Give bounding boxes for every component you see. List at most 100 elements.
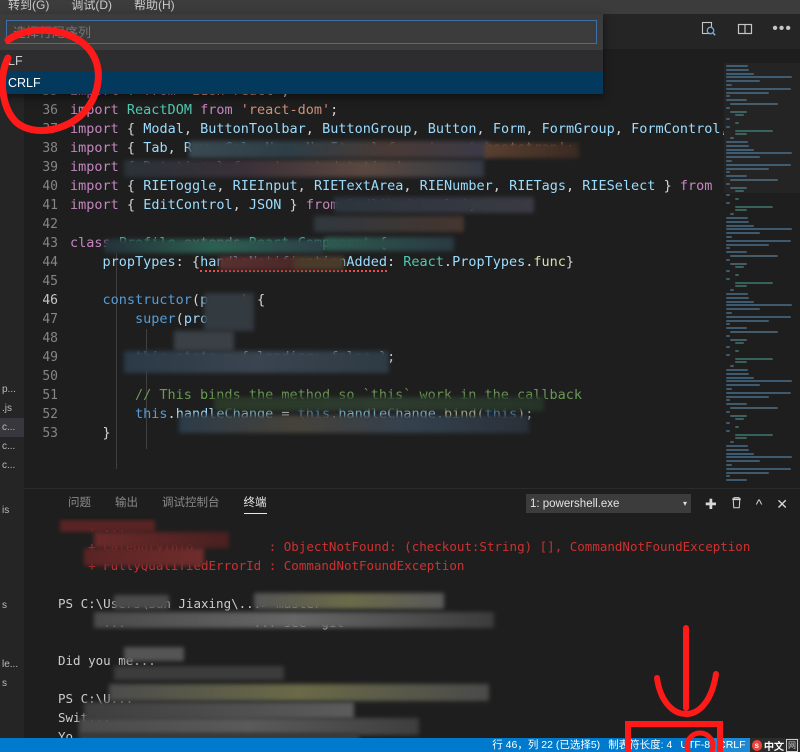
new-terminal-button[interactable]: ✚	[705, 497, 717, 511]
menu-item-help[interactable]: 帮助(H)	[134, 0, 175, 11]
terminal-instance-select[interactable]: 1: powershell.exe ▾	[526, 494, 691, 513]
line-number: 43	[24, 234, 70, 253]
explorer-item-7[interactable]: le...	[0, 655, 24, 674]
line-number: 47	[24, 310, 70, 329]
explorer-item-2[interactable]: c...	[0, 418, 24, 437]
code-line: 36import ReactDOM from 'react-dom';	[24, 101, 724, 120]
redaction-block	[124, 160, 484, 177]
panel-tab-terminal[interactable]: 终端	[232, 489, 279, 518]
redaction-block	[124, 647, 184, 661]
status-cursor-position[interactable]: 行 46，列 22 (已选择5)	[488, 738, 604, 752]
panel-tab-debug-console[interactable]: 调试控制台	[150, 489, 232, 518]
redaction-block	[334, 197, 534, 213]
line-number: 36	[24, 101, 70, 120]
quick-pick-item-crlf[interactable]: CRLF	[0, 72, 603, 94]
redaction-block	[214, 397, 544, 411]
explorer-item-8[interactable]: s	[0, 674, 24, 693]
editor-actions: •••	[700, 20, 792, 38]
panel-header: 问题 输出 调试控制台 终端 1: powershell.exe ▾ ✚ ^ ✕	[24, 489, 800, 518]
code-line: 48	[24, 329, 724, 348]
redaction-block	[254, 593, 444, 609]
panel-tabs: 问题 输出 调试控制台 终端	[24, 489, 279, 518]
menu-item-goto[interactable]: 转到(G)	[8, 0, 49, 11]
line-number: 45	[24, 272, 70, 291]
kill-terminal-button[interactable]	[731, 496, 742, 511]
redaction-block	[114, 666, 284, 680]
status-eol-selector[interactable]: CRLF	[714, 738, 749, 752]
redaction-block	[219, 256, 299, 270]
line-number: 50	[24, 367, 70, 386]
redaction-block	[484, 143, 579, 158]
redaction-block	[294, 256, 344, 270]
line-number: 37	[24, 120, 70, 139]
menu-item-debug[interactable]: 调试(D)	[71, 0, 112, 11]
open-changes-icon[interactable]	[700, 20, 718, 38]
line-number: 39	[24, 158, 70, 177]
code-line: 44 propTypes: {handleNotificationAdded: …	[24, 253, 724, 272]
line-number: 40	[24, 177, 70, 196]
line-number: 51	[24, 386, 70, 405]
redaction-block	[84, 702, 354, 719]
explorer-item-4[interactable]: c...	[0, 456, 24, 475]
minimap[interactable]	[724, 63, 800, 488]
panel-tab-output[interactable]: 输出	[103, 489, 150, 518]
redaction-block	[94, 612, 494, 628]
status-bar: 行 46，列 22 (已选择5) 制表符长度: 4 UTF-8 CRLF s 中…	[0, 738, 800, 752]
redaction-block	[174, 331, 234, 351]
quick-pick-input[interactable]	[6, 20, 597, 44]
split-editor-icon[interactable]	[736, 20, 754, 38]
redaction-block	[324, 237, 454, 251]
line-number: 41	[24, 196, 70, 215]
code-line: 37import { Modal, ButtonToolbar, ButtonG…	[24, 120, 724, 139]
quick-pick-item-lf[interactable]: LF	[0, 50, 603, 72]
ime-mode-label: 中文	[764, 738, 784, 752]
code-line: 45	[24, 272, 724, 291]
panel: 问题 输出 调试控制台 终端 1: powershell.exe ▾ ✚ ^ ✕	[24, 488, 800, 738]
code-editor[interactable]: 34import React from 'react'; 35import T …	[24, 63, 800, 488]
redaction-block	[104, 239, 324, 253]
panel-tab-problems[interactable]: 问题	[56, 489, 103, 518]
redaction-block	[114, 595, 169, 609]
redaction-block	[189, 141, 489, 158]
line-number: 42	[24, 215, 70, 234]
explorer-item-1[interactable]: .js	[0, 399, 24, 418]
sogou-logo-icon: s	[752, 740, 762, 751]
terminal-instance-label: 1: powershell.exe	[530, 498, 620, 510]
line-number: 48	[24, 329, 70, 348]
redaction-block	[60, 520, 155, 532]
line-number: 44	[24, 253, 70, 272]
ime-box-icon: 网	[786, 739, 798, 752]
redaction-block	[94, 532, 229, 548]
line-number: 49	[24, 348, 70, 367]
status-indentation[interactable]: 制表符长度: 4	[604, 738, 676, 752]
redaction-block	[314, 216, 464, 232]
redaction-block	[84, 548, 204, 566]
explorer-item-6[interactable]: s	[0, 596, 24, 615]
more-actions-icon[interactable]: •••	[772, 24, 792, 34]
line-number: 52	[24, 405, 70, 424]
status-bar-right: 行 46，列 22 (已选择5) 制表符长度: 4 UTF-8 CRLF s 中…	[488, 738, 800, 752]
redaction-block	[204, 293, 254, 331]
close-panel-button[interactable]: ✕	[776, 497, 788, 511]
code-lines: 34import React from 'react'; 35import T …	[24, 63, 724, 443]
vscode-window: 转到(G) 调试(D) 帮助(H) p... .js c... c... c..…	[0, 0, 800, 752]
minimap-slider[interactable]	[724, 63, 800, 193]
quick-pick-list: LF CRLF	[0, 50, 603, 94]
explorer-sidebar: p... .js c... c... c... is s le... s	[0, 14, 24, 738]
redaction-block	[124, 351, 389, 373]
explorer-item-5[interactable]: is	[0, 501, 24, 520]
terminal-output[interactable]: + ... + CategoryInfo : ObjectNotFound: (…	[24, 518, 800, 739]
chevron-down-icon: ▾	[683, 499, 687, 508]
code-line: 46 constructor(props) {	[24, 291, 724, 310]
status-encoding[interactable]: UTF-8	[676, 738, 714, 752]
panel-actions: 1: powershell.exe ▾ ✚ ^ ✕	[526, 489, 788, 518]
explorer-item-0[interactable]: p...	[0, 380, 24, 399]
quick-pick[interactable]: LF CRLF	[0, 14, 603, 94]
explorer-item-3[interactable]: c...	[0, 437, 24, 456]
line-number: 46	[24, 291, 70, 310]
redaction-block	[109, 684, 489, 701]
ime-indicator[interactable]: s 中文 网	[750, 738, 800, 752]
line-number: 38	[24, 139, 70, 158]
menubar: 转到(G) 调试(D) 帮助(H)	[0, 0, 800, 14]
maximize-panel-button[interactable]: ^	[756, 497, 763, 511]
